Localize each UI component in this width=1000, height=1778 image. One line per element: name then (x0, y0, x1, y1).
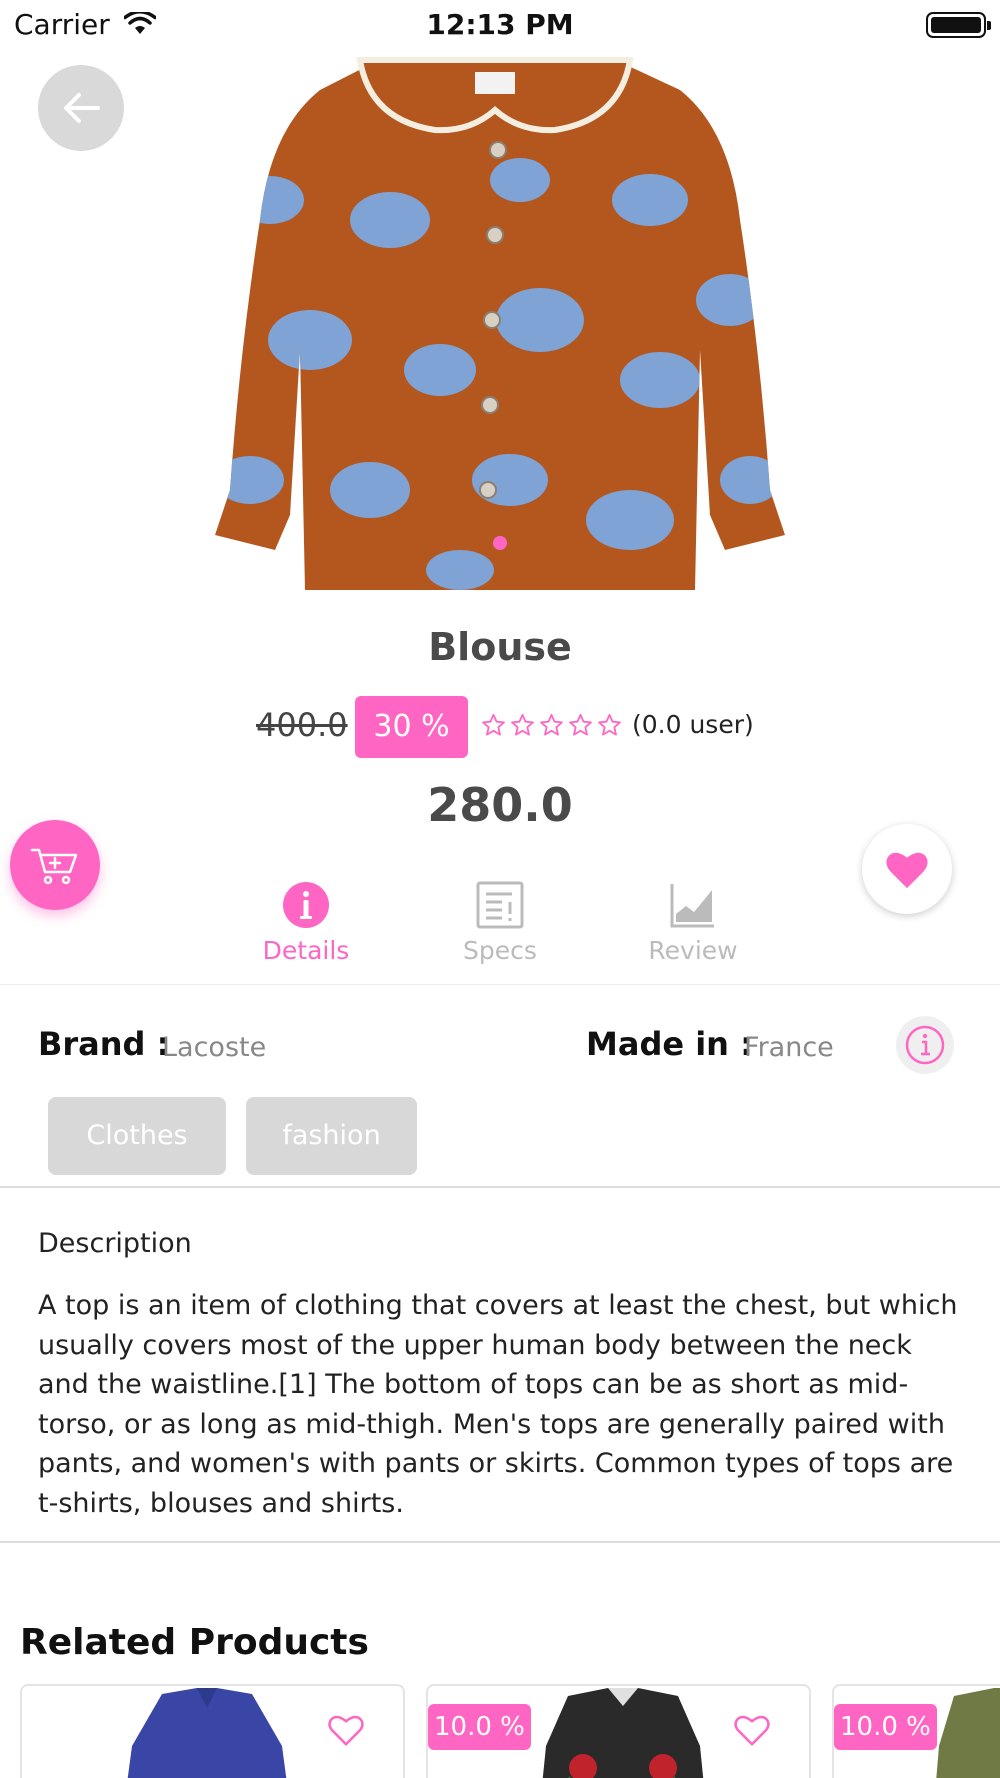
star-icon (596, 712, 623, 739)
more-info-button[interactable] (896, 1016, 954, 1074)
brand-value: Lacoste (162, 1032, 267, 1063)
discount-badge: 30 % (355, 696, 468, 758)
discount-badge: 10.0 % (428, 1704, 531, 1750)
heart-outline-icon[interactable] (733, 1712, 771, 1748)
brand-label: Brand : (38, 1025, 170, 1063)
description-title: Description (38, 1228, 192, 1259)
related-products-title: Related Products (20, 1622, 369, 1663)
section-divider (0, 1186, 1000, 1188)
current-price: 280.0 (427, 778, 573, 832)
star-icon (509, 712, 536, 739)
tag-chip[interactable]: Clothes (48, 1097, 226, 1175)
discount-badge: 10.0 % (834, 1704, 937, 1750)
info-icon (905, 1025, 945, 1065)
specs-document-icon (476, 881, 524, 929)
back-button[interactable] (38, 65, 124, 151)
description-text: A top is an item of clothing that covers… (38, 1290, 958, 1519)
area-chart-icon (670, 884, 714, 928)
star-icon (567, 712, 594, 739)
tab-details-label: Details (262, 936, 350, 965)
battery-icon (926, 12, 991, 38)
star-icon (480, 712, 507, 739)
product-title: Blouse (428, 625, 572, 669)
made-in-label: Made in : (586, 1025, 753, 1063)
price-rating-row: 400.0 30 % (0.0 user) (0, 696, 1000, 758)
related-product-card[interactable] (20, 1684, 405, 1778)
product-thumbnail (936, 1688, 1000, 1778)
rating-stars (480, 712, 623, 742)
related-product-card[interactable]: 10.0 % (832, 1684, 1000, 1778)
clock: 12:13 PM (426, 8, 574, 41)
product-tabs: Details Specs Review (0, 875, 1000, 985)
rating-count: (0.0 user) (632, 710, 754, 739)
product-image[interactable] (210, 50, 790, 600)
tag-chip[interactable]: fashion (246, 1097, 417, 1175)
arrow-left-icon (64, 93, 100, 123)
tab-details[interactable]: Details (236, 875, 376, 975)
heart-outline-icon[interactable] (327, 1712, 365, 1748)
details-row: Brand : Lacoste Made in : France (0, 1020, 1000, 1070)
tab-review[interactable]: Review (623, 875, 763, 975)
info-icon (283, 882, 329, 928)
product-thumbnail (127, 1688, 287, 1778)
product-thumbnail (542, 1688, 704, 1778)
star-icon (538, 712, 565, 739)
made-in-value: France (744, 1032, 834, 1063)
original-price: 400.0 (256, 706, 348, 744)
tab-specs[interactable]: Specs (430, 875, 570, 975)
tab-specs-label: Specs (463, 936, 537, 965)
status-bar: Carrier 12:13 PM (0, 0, 1000, 50)
image-page-indicator[interactable] (493, 536, 507, 550)
tab-review-label: Review (648, 936, 738, 965)
section-divider (0, 1541, 1000, 1543)
related-product-card[interactable]: 10.0 % (426, 1684, 811, 1778)
